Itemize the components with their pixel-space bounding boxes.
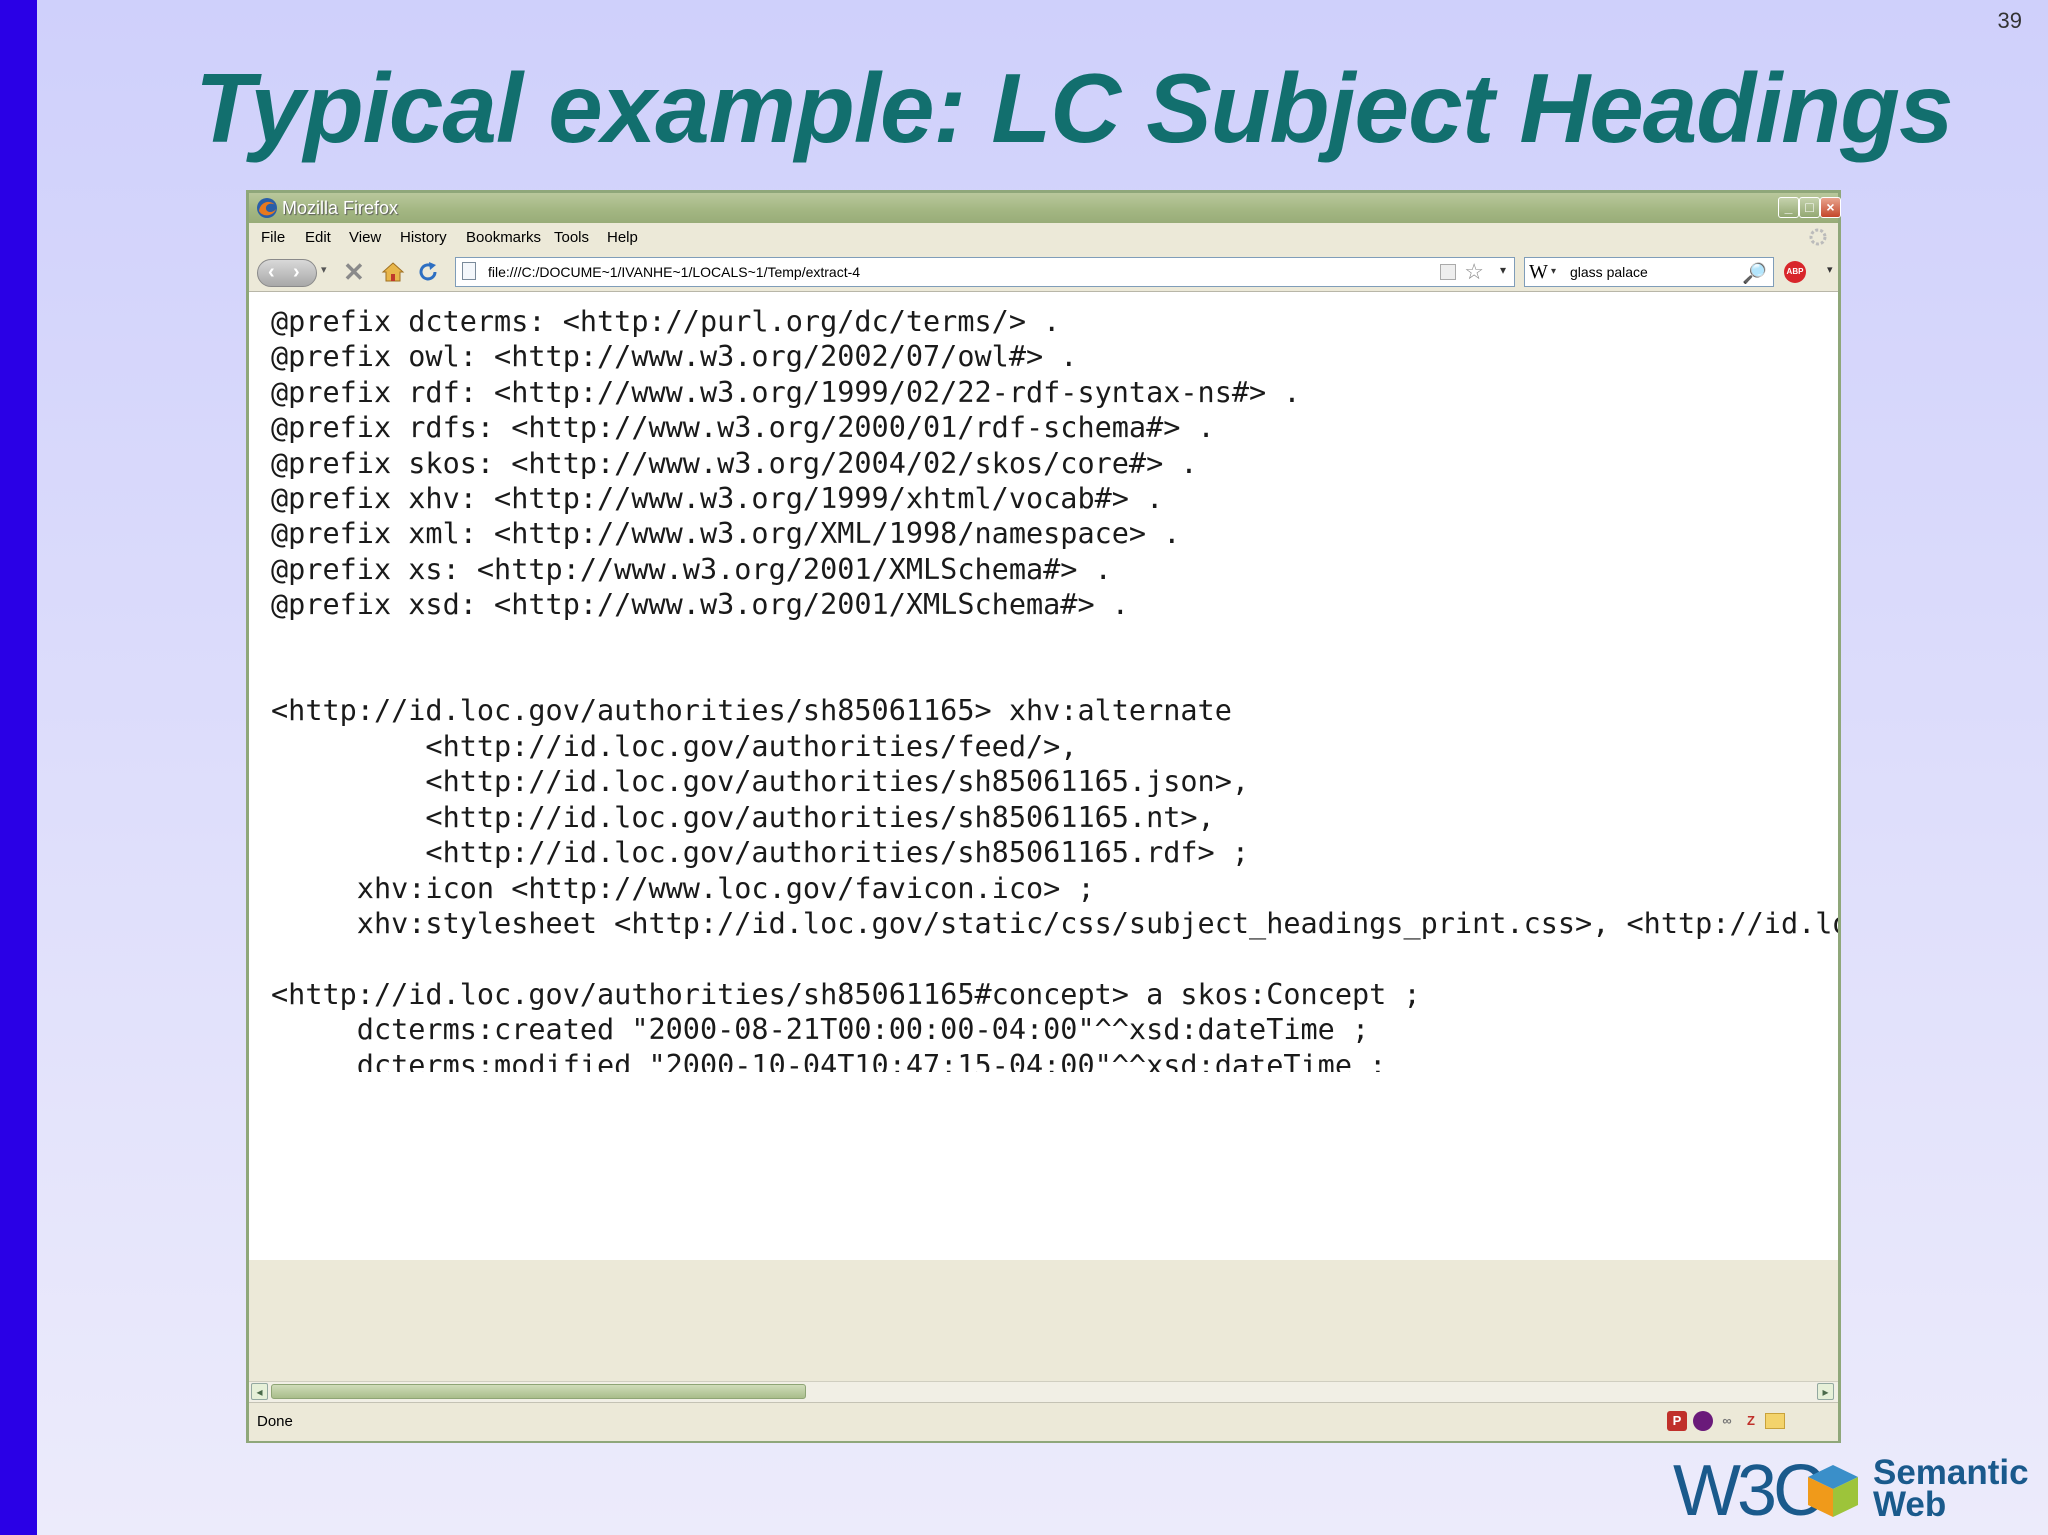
code-line: xhv:stylesheet <http://id.loc.gov/static… [271, 906, 1838, 940]
semantic-web-text: Semantic Web [1873, 1455, 2029, 1524]
url-input[interactable]: file:///C:/DOCUME~1/IVANHE~1/LOCALS~1/Te… [455, 257, 1515, 287]
throbber-icon [1809, 228, 1827, 246]
menu-view[interactable]: View [349, 229, 381, 246]
reload-icon[interactable] [416, 260, 440, 284]
code-line: <http://id.loc.gov/authorities/sh8506116… [271, 800, 1215, 834]
adblock-icon[interactable]: ABP [1784, 261, 1806, 283]
scroll-left-icon[interactable]: ◂ [251, 1383, 268, 1400]
code-line: @prefix xsd: <http://www.w3.org/2001/XML… [271, 588, 1129, 622]
url-text: file:///C:/DOCUME~1/IVANHE~1/LOCALS~1/Te… [488, 264, 861, 280]
search-icon[interactable]: 🔎 [1742, 261, 1767, 286]
addon-p-icon[interactable]: P [1667, 1411, 1687, 1431]
search-text: glass palace [1570, 264, 1648, 280]
search-input[interactable]: W ▾ glass palace 🔎 [1524, 257, 1774, 287]
page-icon [462, 262, 476, 280]
search-engine-icon[interactable]: W [1529, 261, 1548, 284]
maximize-button[interactable]: □ [1799, 197, 1820, 218]
menu-edit[interactable]: Edit [305, 229, 331, 246]
back-icon[interactable]: ‹ [268, 261, 275, 284]
code-line: @prefix owl: <http://www.w3.org/2002/07/… [271, 340, 1078, 374]
code-line: <http://id.loc.gov/authorities/sh8506116… [271, 836, 1250, 870]
slide-left-bar [0, 0, 37, 1535]
menu-history[interactable]: History [400, 229, 447, 246]
code-line: @prefix xs: <http://www.w3.org/2001/XMLS… [271, 552, 1112, 586]
code-line: <http://id.loc.gov/authorities/sh8506116… [271, 977, 1421, 1011]
window-title: Mozilla Firefox [282, 198, 399, 218]
code-line: @prefix xhv: <http://www.w3.org/1999/xht… [271, 482, 1164, 516]
code-line: <http://id.loc.gov/authorities/sh8506116… [271, 765, 1250, 799]
menu-tools[interactable]: Tools [554, 229, 589, 246]
code-line: dcterms:created "2000-08-21T00:00:00-04:… [271, 1013, 1370, 1047]
menu-bookmarks[interactable]: Bookmarks [466, 229, 541, 246]
stop-icon[interactable]: ✕ [343, 257, 365, 288]
code-line: <http://id.loc.gov/authorities/sh8506116… [271, 694, 1232, 728]
slide-number: 39 [1997, 8, 2022, 33]
w3c-semantic-web-logo: W3C Semantic Web [1670, 1455, 2040, 1530]
code-line: @prefix rdfs: <http://www.w3.org/2000/01… [271, 411, 1215, 445]
turtle-source: @prefix dcterms: <http://purl.org/dc/ter… [249, 292, 1838, 1072]
engine-dropdown-icon[interactable]: ▾ [1551, 266, 1556, 277]
scroll-right-icon[interactable]: ▸ [1817, 1383, 1834, 1400]
zotero-icon[interactable]: Z [1741, 1411, 1761, 1431]
status-text: Done [257, 1413, 293, 1430]
browser-window: Mozilla Firefox _ □ × File Edit View His… [246, 190, 1841, 1443]
bookmark-star-icon[interactable]: ☆ [1464, 259, 1484, 285]
home-icon[interactable] [381, 261, 405, 283]
history-dropdown-icon[interactable]: ▾ [321, 263, 327, 276]
addon-link-icon[interactable]: ∞ [1717, 1411, 1737, 1431]
code-line: dcterms:modified "2000-10-04T10:47:15-04… [271, 1048, 1387, 1072]
folder-icon[interactable] [1765, 1413, 1785, 1429]
minimize-button[interactable]: _ [1778, 197, 1799, 218]
code-line: <http://id.loc.gov/authorities/feed/>, [271, 729, 1078, 763]
menu-help[interactable]: Help [607, 229, 638, 246]
addon-globe-icon[interactable] [1693, 1411, 1713, 1431]
adblock-dropdown-icon[interactable]: ▾ [1827, 263, 1833, 276]
feed-icon[interactable] [1440, 264, 1456, 280]
title-bar: Mozilla Firefox _ □ × [249, 193, 1841, 223]
w3c-logo-text: W3C [1673, 1451, 1825, 1531]
code-line: @prefix dcterms: <http://purl.org/dc/ter… [271, 305, 1061, 338]
back-forward-group: ‹ › [257, 259, 317, 287]
code-line: xhv:icon <http://www.loc.gov/favicon.ico… [271, 871, 1095, 905]
firefox-icon [257, 198, 277, 218]
semantic-web-cube-icon [1808, 1465, 1858, 1517]
code-line: @prefix xml: <http://www.w3.org/XML/1998… [271, 517, 1181, 551]
page-content-blank [249, 1072, 1838, 1260]
menu-file[interactable]: File [261, 229, 285, 246]
code-line: @prefix rdf: <http://www.w3.org/1999/02/… [271, 375, 1301, 409]
url-dropdown-icon[interactable]: ▾ [1500, 263, 1506, 277]
page-content: @prefix dcterms: <http://purl.org/dc/ter… [249, 292, 1838, 1072]
navigation-toolbar: ‹ › ▾ ✕ file:///C:/DOCUME~1/IVANHE~1/LOC… [249, 251, 1838, 292]
horizontal-scrollbar[interactable]: ◂ ▸ [249, 1381, 1838, 1402]
forward-icon[interactable]: › [293, 261, 300, 284]
slide-title: Typical example: LC Subject Headings [195, 53, 1954, 163]
code-line: @prefix skos: <http://www.w3.org/2004/02… [271, 446, 1198, 480]
web-text: Web [1873, 1485, 1947, 1524]
close-button[interactable]: × [1820, 197, 1841, 218]
status-bar: Done P ∞ Z [249, 1402, 1838, 1441]
menu-bar: File Edit View History Bookmarks Tools H… [249, 223, 1838, 251]
scroll-thumb[interactable] [271, 1384, 806, 1399]
